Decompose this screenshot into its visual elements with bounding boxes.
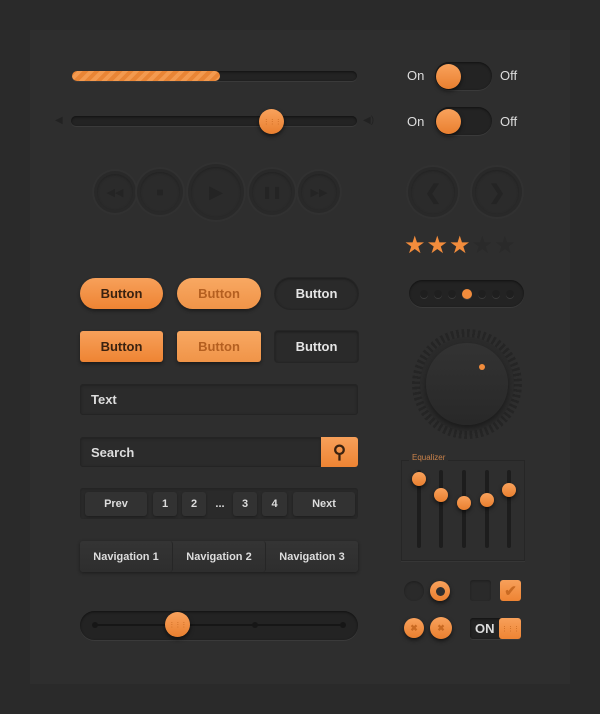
stop-button[interactable]: ■ (140, 172, 180, 212)
pager-dot-active[interactable] (461, 288, 472, 299)
hover-button[interactable]: Button (177, 331, 261, 362)
pagination-page[interactable]: 4 (262, 492, 287, 516)
fast-forward-button[interactable]: ▶▶ (301, 174, 337, 210)
rewind-icon: ◀◀ (106, 186, 124, 199)
pagination-page[interactable]: 3 (233, 492, 257, 516)
chevron-left-icon: ❮ (424, 181, 442, 204)
hover-pill-button[interactable]: Button (177, 278, 261, 309)
pagination-page[interactable]: 2 (182, 492, 206, 516)
play-icon: ▶ (209, 181, 223, 202)
nav-item-3[interactable]: Navigation 3 (266, 541, 358, 572)
pagination-prev[interactable]: Prev (85, 492, 147, 516)
star-filled-icon[interactable]: ★ (427, 234, 449, 258)
toggle-off-label: Off (500, 114, 518, 129)
text-input[interactable]: Text (80, 384, 358, 415)
checkbox-unchecked[interactable] (470, 580, 491, 601)
checkmark-icon: ✔ (504, 582, 517, 600)
search-input[interactable]: Search (80, 437, 322, 467)
progress-fill (72, 71, 221, 81)
rotary-knob[interactable] (412, 329, 522, 439)
star-rating[interactable]: ★ ★ ★ ★ ★ (404, 234, 516, 258)
pager-dot[interactable] (433, 289, 442, 298)
fast-forward-icon: ▶▶ (310, 186, 328, 199)
nav-item-1[interactable]: Navigation 1 (80, 541, 173, 572)
radio-checked[interactable] (430, 581, 450, 601)
pause-button[interactable]: ❚❚ (252, 172, 292, 212)
next-button[interactable]: ❯ (475, 170, 519, 214)
primary-pill-button[interactable]: Button (80, 278, 163, 309)
stop-icon: ■ (156, 185, 164, 199)
equalizer-knob[interactable] (480, 492, 494, 507)
toggle-knob[interactable] (436, 109, 461, 134)
close-button[interactable]: ✖ (430, 617, 452, 639)
navigation-bar: Navigation 1 Navigation 2 Navigation 3 (80, 541, 358, 572)
range-slider-knob[interactable]: ⋮⋮⋮ (164, 612, 190, 637)
pager-dot[interactable] (491, 289, 500, 298)
pager-dot[interactable] (477, 289, 486, 298)
equalizer-label: Equalizer (409, 453, 449, 462)
volume-slider[interactable] (71, 116, 357, 126)
checkbox-checked[interactable]: ✔ (500, 580, 521, 601)
pager-dot[interactable] (447, 289, 456, 298)
close-button[interactable]: ✖ (404, 618, 424, 638)
pagination-ellipsis: ... (215, 498, 225, 510)
star-empty-icon[interactable]: ★ (494, 234, 516, 258)
dark-pill-button[interactable]: Button (275, 278, 358, 309)
toggle-on-label: On (407, 68, 425, 83)
primary-button[interactable]: Button (80, 331, 163, 362)
progress-bar (72, 71, 357, 81)
previous-button[interactable]: ❮ (411, 170, 455, 214)
close-icon: ✖ (437, 622, 445, 633)
equalizer-track[interactable] (485, 470, 489, 548)
play-button[interactable]: ▶ (191, 167, 241, 217)
equalizer-track[interactable] (507, 470, 511, 548)
range-slider[interactable] (80, 611, 358, 640)
on-switch-handle[interactable]: ⋮⋮⋮ (499, 618, 521, 639)
star-filled-icon[interactable]: ★ (449, 234, 471, 258)
on-switch-label: ON (475, 621, 495, 636)
dark-button[interactable]: Button (275, 331, 358, 362)
star-empty-icon[interactable]: ★ (472, 234, 494, 258)
speaker-high-icon: ◀) (363, 115, 375, 126)
star-filled-icon[interactable]: ★ (404, 234, 426, 258)
search-icon: ⚲ (332, 441, 347, 462)
nav-item-2[interactable]: Navigation 2 (173, 541, 266, 572)
equalizer-track[interactable] (439, 470, 443, 548)
equalizer-knob[interactable] (434, 487, 448, 502)
search-button[interactable]: ⚲ (321, 437, 358, 467)
rewind-button[interactable]: ◀◀ (97, 174, 133, 210)
pager-dot[interactable] (419, 289, 428, 298)
pagination-next[interactable]: Next (293, 492, 355, 516)
radio-unchecked[interactable] (404, 581, 424, 601)
chevron-right-icon: ❯ (488, 181, 506, 204)
knob-indicator (479, 364, 485, 370)
toggle-off-label: Off (500, 68, 518, 83)
pager-dots[interactable] (409, 280, 524, 307)
toggle-on-label: On (407, 114, 425, 129)
pagination-page[interactable]: 1 (153, 492, 177, 516)
pause-icon: ❚❚ (261, 185, 283, 199)
speaker-low-icon: ◀ (55, 115, 63, 126)
toggle-knob[interactable] (436, 64, 461, 89)
equalizer-knob[interactable] (457, 495, 471, 510)
pager-dot[interactable] (505, 289, 514, 298)
close-icon: ✖ (410, 622, 418, 633)
